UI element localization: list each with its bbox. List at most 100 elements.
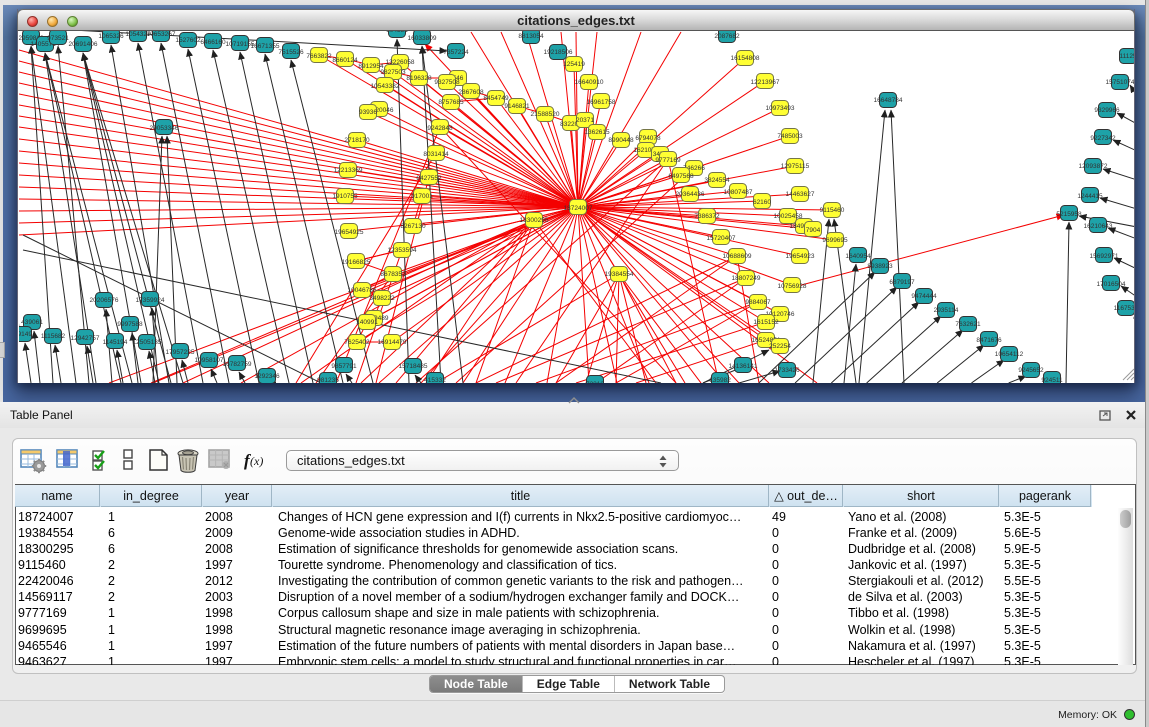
svg-text:9474444: 9474444 bbox=[911, 293, 937, 300]
svg-text:1615152: 1615152 bbox=[753, 319, 779, 326]
svg-text:8990448: 8990448 bbox=[608, 137, 634, 144]
svg-text:7485003: 7485003 bbox=[777, 133, 803, 140]
svg-text:8267130: 8267130 bbox=[400, 223, 426, 230]
svg-text:14136141: 14136141 bbox=[729, 363, 758, 370]
svg-text:10756928: 10756928 bbox=[778, 283, 807, 290]
svg-text:10807487: 10807487 bbox=[724, 189, 753, 196]
svg-text:8454749: 8454749 bbox=[483, 95, 509, 102]
svg-text:10653267: 10653267 bbox=[147, 31, 176, 38]
svg-text:973521: 973521 bbox=[47, 35, 69, 42]
svg-text:20691406: 20691406 bbox=[69, 41, 98, 48]
svg-text:924511: 924511 bbox=[1041, 377, 1063, 383]
svg-text:8427552: 8427552 bbox=[416, 175, 442, 182]
svg-text:16640910: 16640910 bbox=[575, 79, 604, 86]
svg-text:9329966: 9329966 bbox=[1094, 107, 1120, 114]
svg-text:15720407: 15720407 bbox=[707, 235, 736, 242]
svg-text:9146821: 9146821 bbox=[504, 103, 530, 110]
svg-text:1527602: 1527602 bbox=[175, 37, 201, 44]
svg-text:10543382: 10543382 bbox=[371, 83, 400, 90]
svg-text:1065326: 1065326 bbox=[98, 33, 124, 40]
svg-text:2867608: 2867608 bbox=[458, 89, 484, 96]
svg-text:15718485: 15718485 bbox=[399, 363, 428, 370]
svg-text:2718170: 2718170 bbox=[344, 137, 370, 144]
svg-text:12213369: 12213369 bbox=[334, 167, 363, 174]
svg-text:7515526: 7515526 bbox=[278, 49, 304, 56]
svg-text:10688609: 10688609 bbox=[723, 253, 752, 260]
svg-text:11125: 11125 bbox=[1119, 53, 1135, 60]
svg-text:8938923: 8938923 bbox=[867, 263, 893, 270]
svg-text:16210643: 16210643 bbox=[1084, 223, 1113, 230]
svg-text:19654923: 19654923 bbox=[786, 253, 815, 260]
svg-text:9777169: 9777169 bbox=[655, 157, 681, 164]
svg-text:917001: 917001 bbox=[411, 193, 433, 200]
svg-text:7386372: 7386372 bbox=[694, 213, 720, 220]
svg-text:18807249: 18807249 bbox=[732, 275, 761, 282]
svg-text:1167533: 1167533 bbox=[1114, 305, 1135, 312]
svg-text:3498222: 3498222 bbox=[369, 295, 395, 302]
svg-text:9115460: 9115460 bbox=[820, 207, 845, 214]
svg-text:14463627: 14463627 bbox=[786, 191, 815, 198]
svg-text:7904: 7904 bbox=[806, 227, 821, 234]
svg-text:93936: 93936 bbox=[359, 109, 377, 116]
svg-text:19166825: 19166825 bbox=[342, 259, 371, 266]
svg-text:9327508: 9327508 bbox=[434, 79, 460, 86]
svg-text:9227342: 9227342 bbox=[1090, 135, 1116, 142]
svg-text:62160: 62160 bbox=[753, 199, 771, 206]
svg-text:16154808: 16154808 bbox=[731, 55, 760, 62]
svg-text:7625402: 7625402 bbox=[344, 339, 370, 346]
svg-text:1362615: 1362615 bbox=[584, 129, 610, 136]
svg-text:12975115: 12975115 bbox=[781, 163, 810, 170]
svg-text:20206576: 20206576 bbox=[90, 297, 119, 304]
svg-text:3824554: 3824554 bbox=[704, 177, 730, 184]
svg-text:6879197: 6879197 bbox=[889, 279, 915, 286]
svg-text:9245652: 9245652 bbox=[1018, 367, 1044, 374]
svg-text:17957225: 17957225 bbox=[166, 349, 195, 356]
svg-text:19654925: 19654925 bbox=[335, 229, 364, 236]
svg-text:1115682: 1115682 bbox=[41, 333, 66, 340]
svg-text:125419: 125419 bbox=[563, 61, 585, 68]
svg-text:12093872: 12093872 bbox=[1079, 163, 1108, 170]
svg-text:6466160: 6466160 bbox=[200, 39, 226, 46]
svg-text:6794078: 6794078 bbox=[635, 135, 661, 142]
svg-text:6497568: 6497568 bbox=[668, 173, 694, 180]
svg-text:135982: 135982 bbox=[709, 377, 731, 383]
svg-text:20371: 20371 bbox=[576, 117, 594, 124]
svg-text:12353594: 12353594 bbox=[388, 247, 417, 254]
svg-text:16648784: 16648784 bbox=[874, 97, 903, 104]
svg-text:12213967: 12213967 bbox=[751, 79, 780, 86]
svg-text:16782759: 16782759 bbox=[223, 361, 252, 368]
svg-text:12942757: 12942757 bbox=[71, 335, 100, 342]
svg-text:19384554: 19384554 bbox=[605, 271, 634, 278]
svg-text:8660124: 8660124 bbox=[332, 57, 358, 64]
svg-text:8196328: 8196328 bbox=[406, 75, 432, 82]
svg-text:7663822: 7663822 bbox=[306, 53, 332, 60]
svg-text:8471676: 8471676 bbox=[976, 337, 1002, 344]
svg-text:21588520: 21588520 bbox=[531, 111, 560, 118]
svg-text:18724007: 18724007 bbox=[564, 205, 593, 212]
svg-text:9857791: 9857791 bbox=[331, 363, 357, 370]
svg-text:7632621: 7632621 bbox=[955, 321, 981, 328]
svg-text:439061: 439061 bbox=[21, 319, 43, 326]
svg-text:9827503: 9827503 bbox=[380, 69, 406, 76]
svg-text:9699695: 9699695 bbox=[822, 237, 848, 244]
svg-text:7357224: 7357224 bbox=[443, 49, 469, 56]
svg-text:1910755: 1910755 bbox=[332, 193, 358, 200]
svg-text:9242848: 9242848 bbox=[427, 125, 453, 132]
svg-text:104531: 104531 bbox=[386, 31, 408, 34]
svg-text:15751074: 15751074 bbox=[1106, 79, 1135, 86]
svg-text:1733426: 1733426 bbox=[774, 367, 800, 374]
svg-text:(x): (x) bbox=[250, 454, 263, 468]
svg-text:20364436: 20364436 bbox=[676, 191, 705, 198]
svg-text:8813054: 8813054 bbox=[518, 33, 544, 40]
svg-text:15692971: 15692971 bbox=[1090, 253, 1119, 260]
svg-text:16961758: 16961758 bbox=[587, 99, 616, 106]
svg-text:17016504: 17016504 bbox=[1097, 281, 1126, 288]
svg-text:140991: 140991 bbox=[356, 319, 378, 326]
svg-text:1145194: 1145194 bbox=[103, 339, 128, 346]
svg-text:1292346: 1292346 bbox=[254, 373, 280, 380]
svg-text:10973493: 10973493 bbox=[766, 105, 795, 112]
svg-text:16914479: 16914479 bbox=[378, 339, 407, 346]
svg-text:9884067: 9884067 bbox=[745, 299, 771, 306]
svg-text:1244415: 1244415 bbox=[1077, 193, 1103, 200]
svg-text:20053346: 20053346 bbox=[150, 125, 179, 132]
